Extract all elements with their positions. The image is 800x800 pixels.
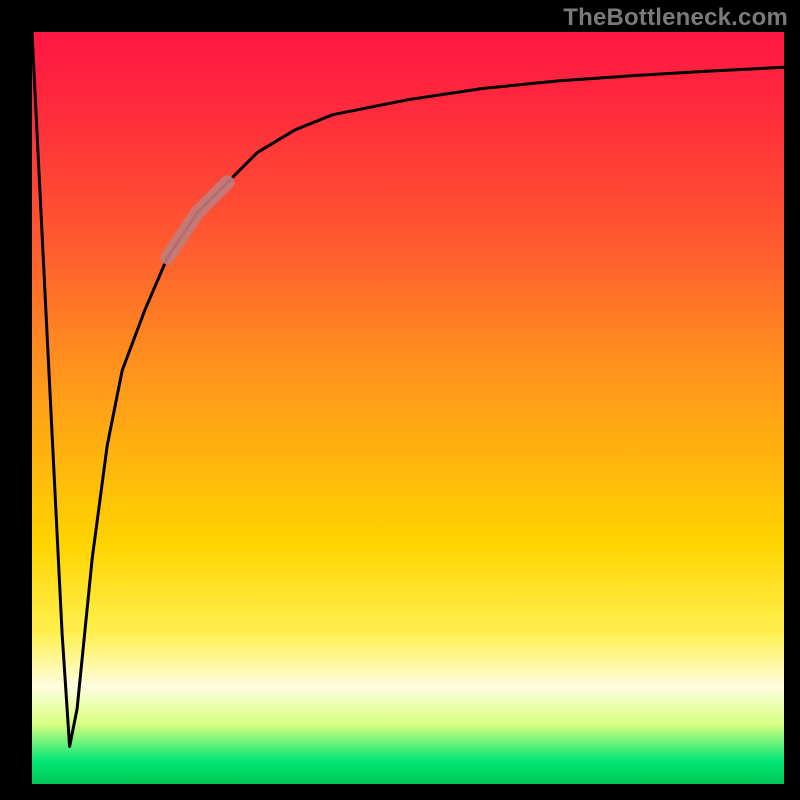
watermark-text: TheBottleneck.com [563, 4, 788, 32]
highlight-segment [167, 182, 227, 257]
frame-bottom [0, 784, 800, 800]
plot-area [32, 32, 784, 784]
curve-layer [32, 32, 784, 784]
bottleneck-curve [32, 32, 784, 746]
frame-left [0, 0, 32, 800]
chart-container: TheBottleneck.com [0, 0, 800, 800]
frame-right [784, 0, 800, 800]
